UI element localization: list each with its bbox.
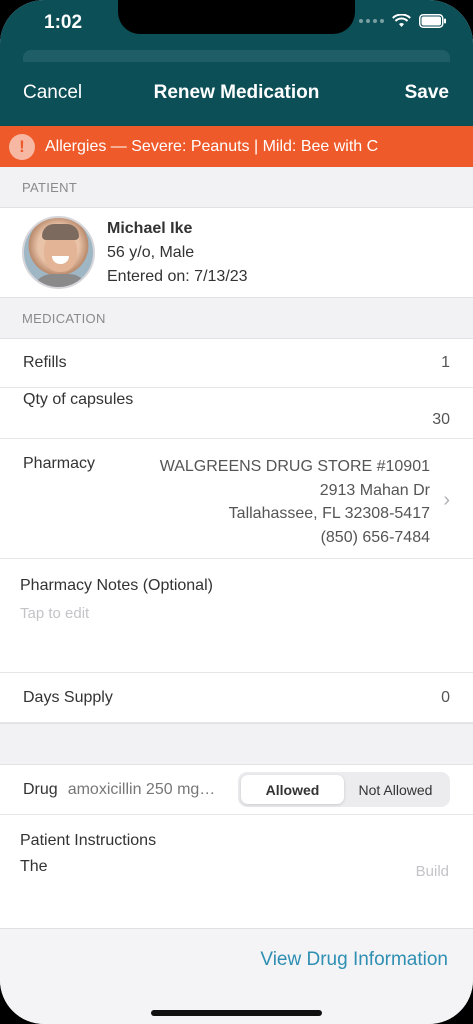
- home-indicator[interactable]: [151, 1010, 322, 1016]
- pharmacy-street: 2913 Mahan Dr: [319, 481, 430, 499]
- drug-info: Drug amoxicillin 250 mg…: [23, 781, 230, 799]
- sheet-grabber: [23, 50, 450, 62]
- patient-age-sex: 56 y/o, Male: [107, 243, 195, 261]
- medication-card: Refills 1 Qty of capsules 30 Pharmacy WA…: [0, 339, 473, 723]
- substitution-segmented-control: Allowed Not Allowed: [238, 772, 450, 807]
- phone-screen: 1:02 Cancel Renew Medication Save ! Alle…: [0, 0, 473, 1024]
- days-supply-row[interactable]: Days Supply 0: [0, 673, 473, 723]
- pharmacy-city: Tallahassee, FL 32308-5417: [228, 505, 430, 522]
- pharmacy-details: WALGREENS DRUG STORE #10901 2913 Mahan D…: [160, 455, 430, 549]
- drug-row: Drug amoxicillin 250 mg… Allowed Not All…: [0, 765, 473, 815]
- footer-bar: View Drug Information: [0, 928, 473, 1024]
- refills-value: 1: [441, 354, 450, 371]
- alert-icon: !: [9, 133, 35, 160]
- patient-card: Michael Ike 56 y/o, Male Entered on: 7/1…: [0, 208, 473, 298]
- quantity-value: 30: [432, 411, 450, 428]
- device-notch: [118, 0, 355, 34]
- pharmacy-name: WALGREENS DRUG STORE #10901: [159, 458, 430, 475]
- header-bar: 1:02 Cancel Renew Medication Save: [0, 0, 473, 126]
- status-time: 1:02: [44, 12, 83, 33]
- patient-entered-date: Entered on: 7/13/23: [107, 267, 248, 285]
- status-icons: [359, 14, 447, 28]
- cancel-button[interactable]: Cancel: [23, 82, 82, 104]
- build-button[interactable]: Build: [416, 863, 449, 880]
- medication-section-header: MEDICATION: [0, 298, 473, 339]
- wifi-icon: [392, 14, 411, 27]
- pharmacy-notes-placeholder: Tap to edit: [20, 605, 90, 622]
- view-drug-info-link[interactable]: View Drug Information: [260, 949, 448, 971]
- allergy-text: Allergies — Severe: Peanuts | Mild: Bee …: [45, 137, 379, 155]
- battery-icon: [419, 14, 446, 28]
- allergy-banner[interactable]: ! Allergies — Severe: Peanuts | Mild: Be…: [0, 126, 473, 167]
- patient-instructions-field[interactable]: Patient Instructions The Build: [0, 815, 473, 928]
- not-allowed-option[interactable]: Not Allowed: [344, 775, 447, 804]
- refills-label: Refills: [23, 354, 67, 371]
- refills-row[interactable]: Refills 1: [0, 339, 473, 388]
- pharmacy-notes-label: Pharmacy Notes (Optional): [20, 577, 213, 594]
- chevron-right-icon: ›: [443, 489, 450, 511]
- drug-label: Drug: [23, 780, 58, 798]
- signal-icon: [359, 19, 384, 23]
- days-supply-label: Days Supply: [23, 688, 113, 706]
- quantity-row[interactable]: Qty of capsules 30: [0, 388, 473, 439]
- page-title-text: Renew Medication: [153, 82, 320, 103]
- form-content: PATIENT Michael Ike 56 y/o, Male Entered…: [0, 167, 473, 928]
- allowed-option[interactable]: Allowed: [241, 775, 344, 804]
- drug-name: amoxicillin 250 mg…: [67, 780, 216, 798]
- pharmacy-notes-field[interactable]: Pharmacy Notes (Optional) Tap to edit: [0, 559, 473, 673]
- save-button[interactable]: Save: [405, 82, 449, 104]
- days-supply-value: 0: [441, 688, 450, 706]
- patient-info: Michael Ike 56 y/o, Male Entered on: 7/1…: [107, 217, 248, 289]
- patient-instructions-label: Patient Instructions: [20, 832, 157, 849]
- pharmacy-row[interactable]: Pharmacy WALGREENS DRUG STORE #10901 291…: [0, 439, 473, 559]
- patient-name: Michael Ike: [107, 219, 193, 237]
- patient-section-header: PATIENT: [0, 167, 473, 208]
- pharmacy-label: Pharmacy: [23, 455, 96, 472]
- section-spacer: [0, 723, 473, 765]
- pharmacy-phone: (850) 656-7484: [320, 528, 430, 546]
- patient-instructions-text: The: [20, 858, 48, 875]
- quantity-label: Qty of capsules: [23, 391, 134, 408]
- avatar: [22, 216, 95, 289]
